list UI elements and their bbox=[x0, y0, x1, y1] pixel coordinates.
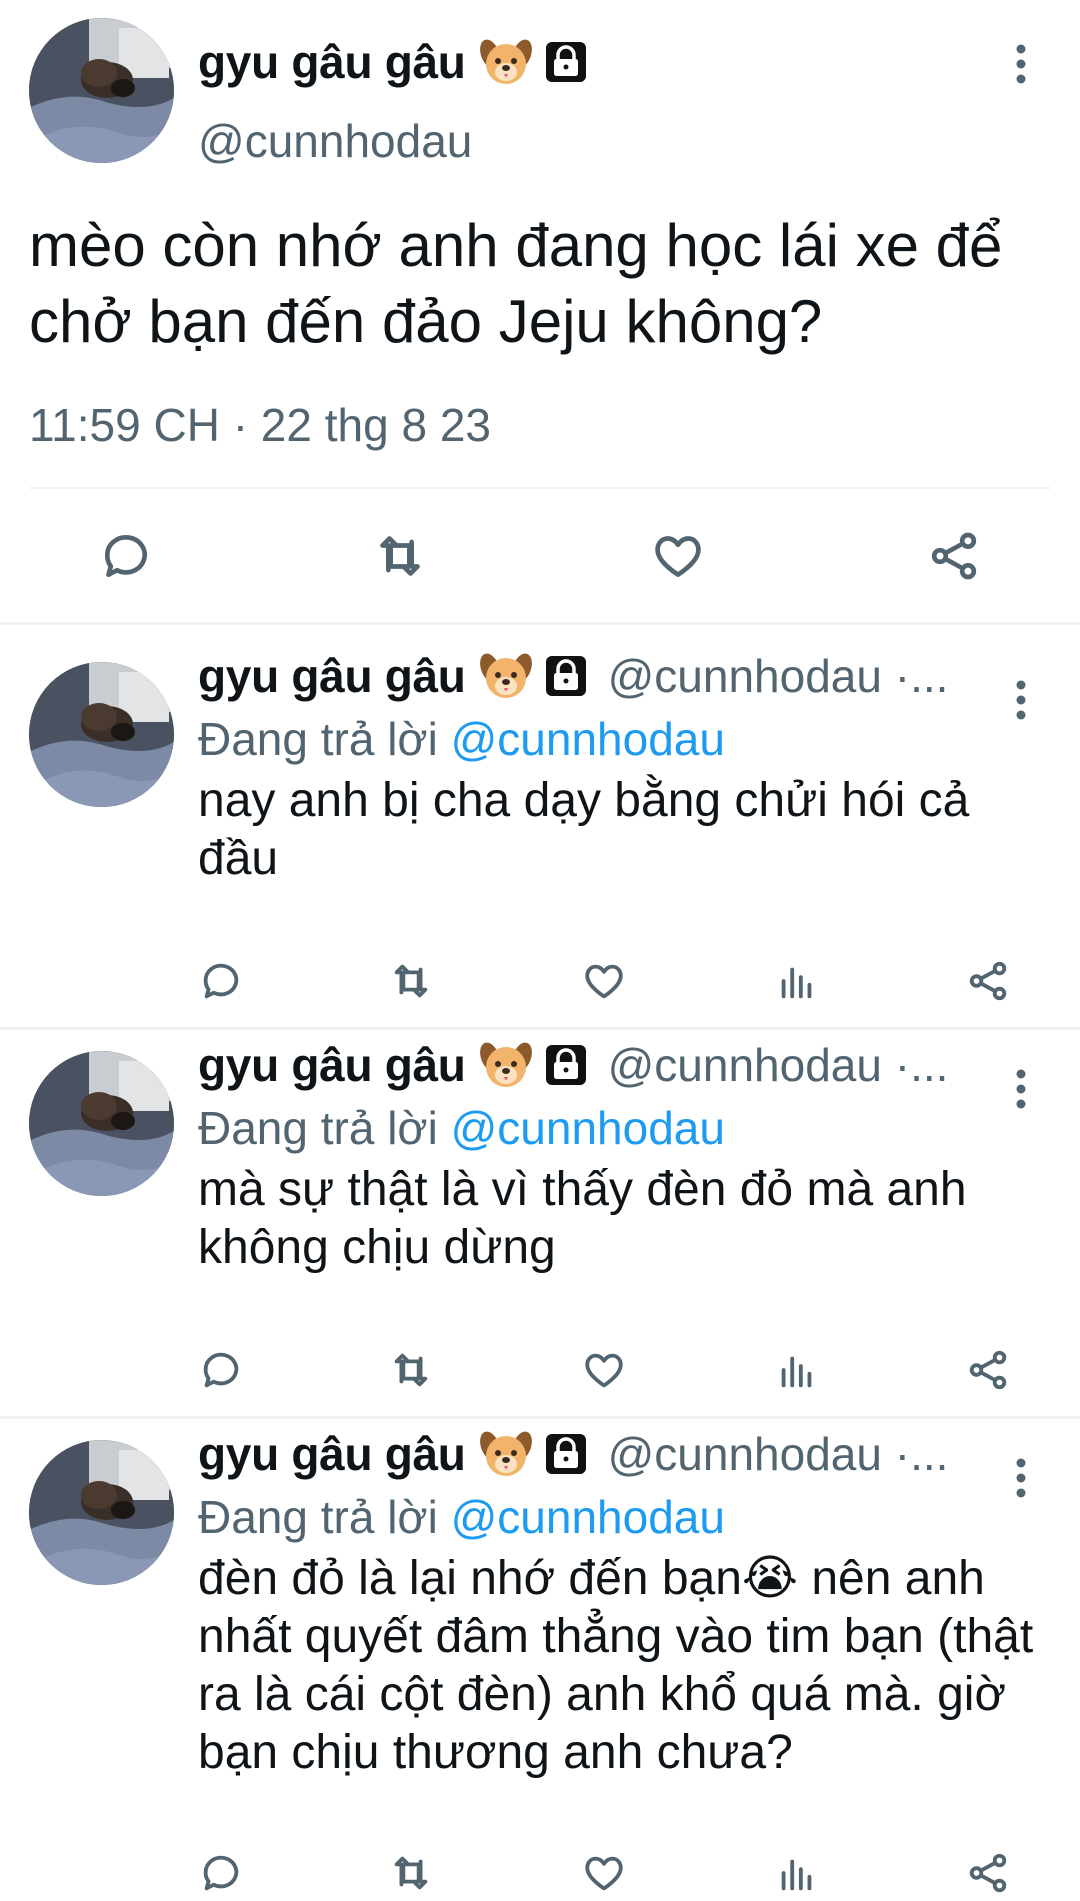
replying-prefix: Đang trả lời bbox=[198, 1491, 438, 1543]
like-icon[interactable] bbox=[581, 1850, 627, 1896]
lock-icon bbox=[540, 36, 592, 88]
views-icon[interactable] bbox=[774, 1850, 820, 1896]
display-name[interactable]: gyu gâu gâu bbox=[198, 1427, 466, 1481]
user-name-row: gyu gâu gâu @cunnhodau ·... bbox=[198, 648, 948, 704]
share-icon[interactable] bbox=[965, 1347, 1011, 1393]
retweet-icon[interactable] bbox=[372, 528, 428, 584]
avatar[interactable] bbox=[29, 1440, 174, 1585]
display-name[interactable]: gyu gâu gâu bbox=[198, 649, 466, 703]
like-icon[interactable] bbox=[650, 528, 706, 584]
retweet-icon[interactable] bbox=[388, 1850, 434, 1896]
replying-prefix: Đang trả lời bbox=[198, 1102, 438, 1154]
dog-face-emoji bbox=[478, 34, 534, 90]
user-name-row: gyu gâu gâu @cunnhodau ·... bbox=[198, 1037, 948, 1093]
replying-to: Đang trả lời @cunnhodau bbox=[198, 1490, 725, 1544]
user-handle[interactable]: @cunnhodau ·... bbox=[608, 649, 949, 703]
like-icon[interactable] bbox=[581, 1347, 627, 1393]
user-name-row: gyu gâu gâu @cunnhodau ·... bbox=[198, 1426, 948, 1482]
reply-icon[interactable] bbox=[198, 1347, 244, 1393]
replying-mention[interactable]: @cunnhodau bbox=[451, 1102, 725, 1154]
tweet-text: nay anh bị cha dạy bằng chửi hói cả đầu bbox=[198, 774, 970, 885]
main-tweet: gyu gâu gâu @cunnhodau mèo còn nhớ anh đ… bbox=[0, 0, 1080, 622]
reply-tweet[interactable]: gyu gâu gâu @cunnhodau ·... Đang trả lời… bbox=[0, 622, 1080, 1027]
display-name[interactable]: gyu gâu gâu bbox=[198, 1038, 466, 1092]
like-icon[interactable] bbox=[581, 958, 627, 1004]
replying-to: Đang trả lời @cunnhodau bbox=[198, 712, 725, 766]
reply-tweet[interactable]: gyu gâu gâu @cunnhodau ·... Đang trả lời… bbox=[0, 1400, 1080, 1898]
share-icon[interactable] bbox=[965, 958, 1011, 1004]
lock-icon bbox=[540, 1428, 592, 1480]
retweet-icon[interactable] bbox=[388, 958, 434, 1004]
more-icon[interactable] bbox=[1014, 42, 1028, 86]
lock-icon bbox=[540, 1039, 592, 1091]
replying-mention[interactable]: @cunnhodau bbox=[451, 1491, 725, 1543]
replying-mention[interactable]: @cunnhodau bbox=[451, 713, 725, 765]
more-icon[interactable] bbox=[1014, 1456, 1028, 1500]
divider bbox=[29, 487, 1051, 489]
more-icon[interactable] bbox=[1014, 678, 1028, 722]
avatar[interactable] bbox=[29, 18, 174, 163]
display-name[interactable]: gyu gâu gâu bbox=[198, 35, 466, 89]
avatar[interactable] bbox=[29, 1051, 174, 1196]
more-icon[interactable] bbox=[1014, 1067, 1028, 1111]
views-icon[interactable] bbox=[774, 958, 820, 1004]
user-handle[interactable]: @cunnhodau ·... bbox=[608, 1427, 949, 1481]
lock-icon bbox=[540, 650, 592, 702]
avatar[interactable] bbox=[29, 662, 174, 807]
tweet-text: mèo còn nhớ anh đang học lái xe để chở b… bbox=[29, 212, 1003, 355]
replying-prefix: Đang trả lời bbox=[198, 713, 438, 765]
reply-icon[interactable] bbox=[98, 528, 154, 584]
views-icon[interactable] bbox=[774, 1347, 820, 1393]
reply-tweet[interactable]: gyu gâu gâu @cunnhodau ·... Đang trả lời… bbox=[0, 1011, 1080, 1416]
reply-icon[interactable] bbox=[198, 958, 244, 1004]
user-name-row: gyu gâu gâu bbox=[198, 34, 592, 90]
tweet-text: mà sự thật là vì thấy đèn đỏ mà anh khôn… bbox=[198, 1163, 967, 1274]
user-handle[interactable]: @cunnhodau bbox=[198, 114, 472, 168]
tweet-timestamp[interactable]: 11:59 CH · 22 thg 8 23 bbox=[29, 398, 491, 452]
dog-face-emoji bbox=[478, 1037, 534, 1093]
user-handle[interactable]: @cunnhodau ·... bbox=[608, 1038, 949, 1092]
retweet-icon[interactable] bbox=[388, 1347, 434, 1393]
share-icon[interactable] bbox=[965, 1850, 1011, 1896]
replying-to: Đang trả lời @cunnhodau bbox=[198, 1101, 725, 1155]
reply-icon[interactable] bbox=[198, 1850, 244, 1896]
dog-face-emoji bbox=[478, 1426, 534, 1482]
dog-face-emoji bbox=[478, 648, 534, 704]
share-icon[interactable] bbox=[926, 528, 982, 584]
tweet-text: đèn đỏ là lại nhớ đến bạn😭 nên anh nhất … bbox=[198, 1552, 1034, 1779]
